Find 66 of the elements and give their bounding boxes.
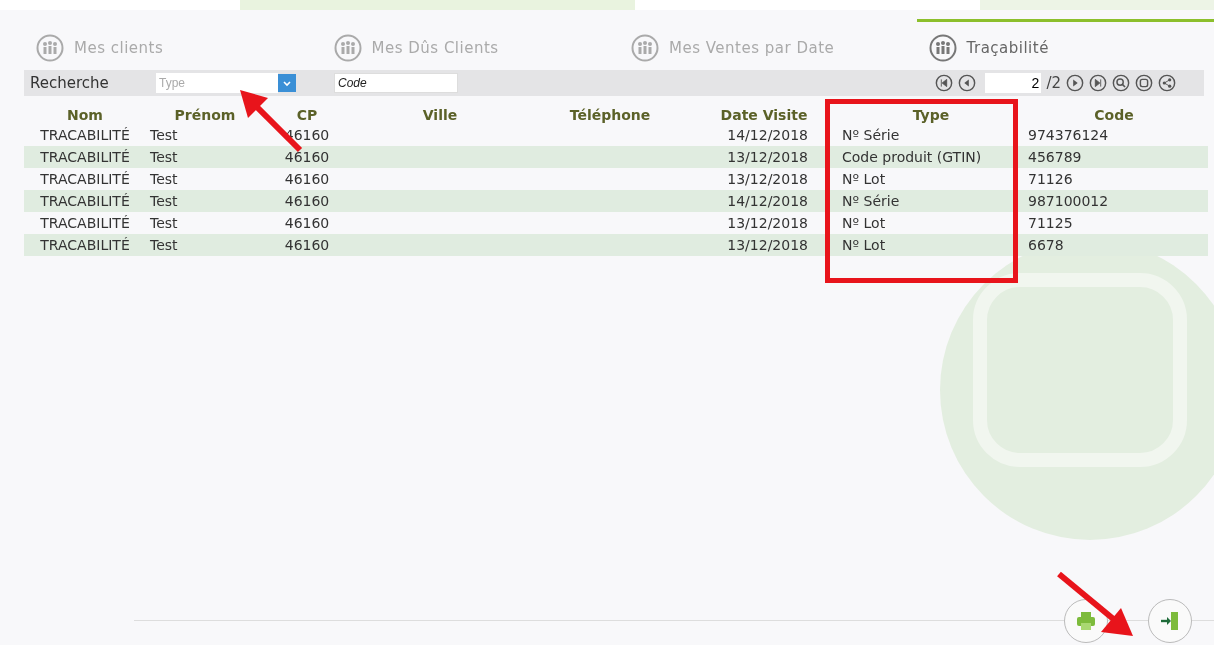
- tab[interactable]: Mes Ventes par Date: [619, 19, 917, 66]
- table-cell: 13/12/2018: [727, 237, 808, 253]
- page-total: /2: [1046, 74, 1061, 92]
- table-cell: Test: [150, 171, 178, 187]
- table-cell: 6678: [1028, 237, 1064, 253]
- next-page-icon[interactable]: [1066, 74, 1084, 92]
- type-dropdown-field[interactable]: Type: [156, 73, 278, 93]
- table-cell: Test: [150, 215, 178, 231]
- people-icon: [928, 34, 957, 62]
- table-cell: TRACABILITÉ: [40, 237, 130, 253]
- table-cell: 974376124: [1028, 127, 1109, 143]
- zoom-icon[interactable]: [1112, 74, 1130, 92]
- fullscreen-icon[interactable]: [1135, 74, 1153, 92]
- column-header: CP: [295, 107, 319, 123]
- column-header: Type: [911, 107, 951, 123]
- table-cell: 987100012: [1028, 193, 1109, 209]
- share-icon[interactable]: [1158, 74, 1176, 92]
- table-cell: TRACABILITÉ: [40, 215, 130, 231]
- table-cell: 13/12/2018: [727, 215, 808, 231]
- people-icon: [631, 34, 659, 62]
- column-header: Téléphone: [568, 107, 652, 123]
- print-button[interactable]: [1064, 599, 1108, 643]
- printer-icon: [1074, 609, 1098, 633]
- tab[interactable]: Mes clients: [24, 19, 322, 66]
- table-cell: 71125: [1028, 215, 1073, 231]
- column-header: Nom: [66, 107, 104, 123]
- table-cell: 46160: [284, 171, 330, 187]
- table-cell: 46160: [284, 149, 330, 165]
- table-cell: 456789: [1028, 149, 1082, 165]
- column-header: Code: [1093, 107, 1135, 123]
- table-cell: Nº Lot: [842, 171, 886, 187]
- table-cell: 13/12/2018: [727, 171, 808, 187]
- table-cell: Test: [150, 237, 178, 253]
- table-cell: 71126: [1028, 171, 1073, 187]
- first-page-icon[interactable]: [935, 74, 954, 92]
- column-header: Prénom: [173, 107, 237, 123]
- table-cell: Nº Série: [842, 127, 900, 143]
- table-cell: Test: [150, 193, 178, 209]
- table-cell: Test: [150, 149, 178, 165]
- last-page-icon[interactable]: [1089, 74, 1107, 92]
- table-cell: TRACABILITÉ: [40, 127, 130, 143]
- column-header: Date Visite: [719, 107, 809, 123]
- column-header: Ville: [421, 107, 459, 123]
- people-icon: [333, 34, 362, 62]
- table-cell: TRACABILITÉ: [40, 171, 130, 187]
- previous-page-icon[interactable]: [958, 74, 977, 92]
- table-cell: TRACABILITÉ: [40, 149, 130, 165]
- tab[interactable]: Traçabilité: [916, 19, 1214, 66]
- table-cell: Nº Lot: [842, 237, 886, 253]
- tab[interactable]: Mes Dûs Clients: [321, 19, 619, 66]
- table-cell: TRACABILITÉ: [40, 193, 130, 209]
- people-icon: [36, 34, 64, 62]
- table-cell: 46160: [284, 193, 330, 209]
- table-cell: Code produit (GTIN): [842, 149, 982, 165]
- code-field[interactable]: Code: [334, 73, 458, 93]
- table-cell: 46160: [284, 237, 330, 253]
- dropdown-caret-icon: [278, 74, 296, 92]
- table-cell: 13/12/2018: [727, 149, 808, 165]
- search-label: Recherche: [29, 74, 110, 92]
- table-cell: Test: [150, 127, 178, 143]
- table-cell: 14/12/2018: [727, 127, 808, 143]
- page-number-field[interactable]: 2: [985, 73, 1042, 93]
- table-cell: 46160: [284, 215, 330, 231]
- table-cell: Nº Série: [842, 193, 900, 209]
- table-cell: Nº Lot: [842, 215, 886, 231]
- table-cell: 14/12/2018: [727, 193, 808, 209]
